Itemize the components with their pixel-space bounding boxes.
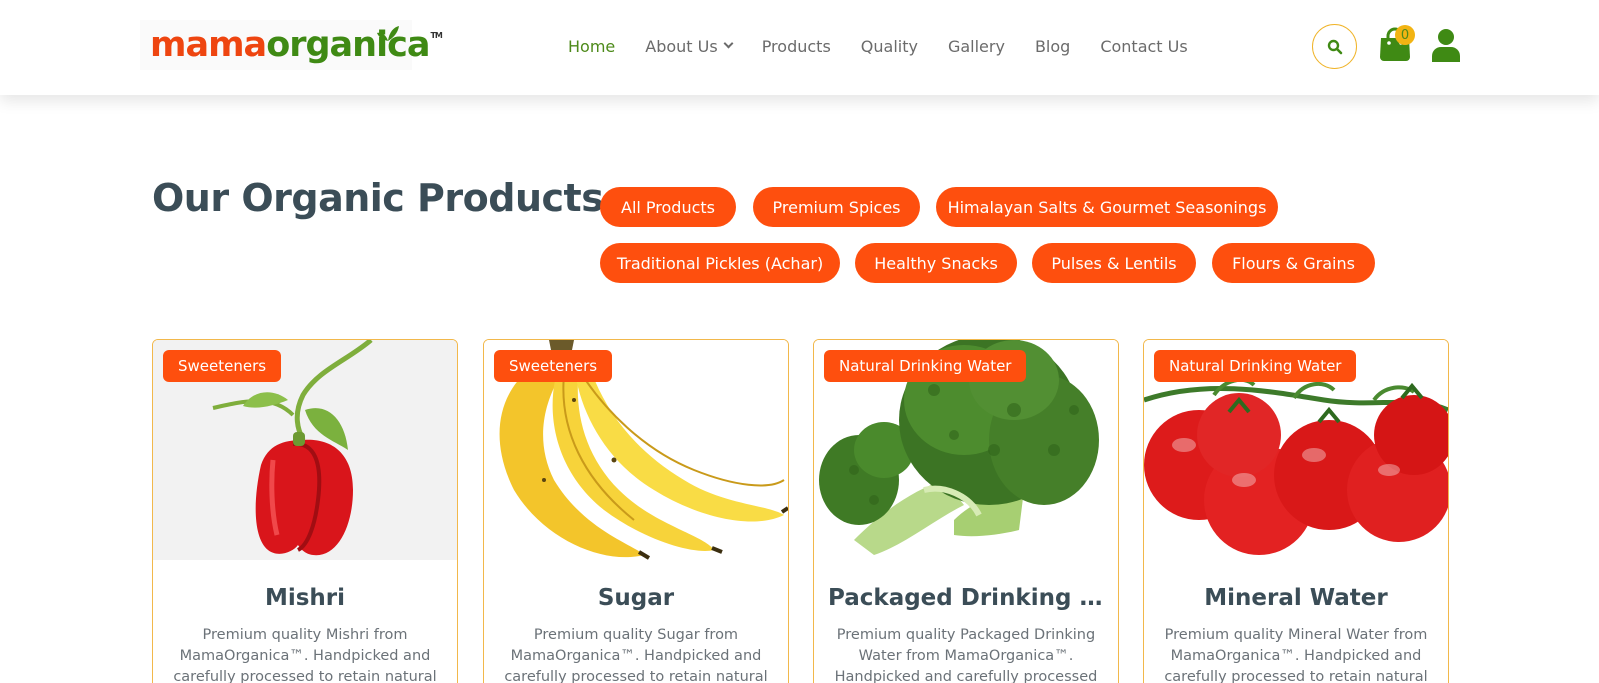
nav-quality[interactable]: Quality xyxy=(861,37,918,56)
nav-contact-us[interactable]: Contact Us xyxy=(1100,37,1187,56)
filter-healthy-snacks[interactable]: Healthy Snacks xyxy=(855,243,1017,283)
filter-premium-spices[interactable]: Premium Spices xyxy=(753,187,920,227)
product-category-tag: Sweeteners xyxy=(494,350,613,382)
product-card[interactable]: Natural Drinking Water Packaged Drinking… xyxy=(813,339,1119,683)
product-card[interactable]: Sweeteners Sugar Premium quality Sugar f… xyxy=(483,339,789,683)
product-category-tag: Natural Drinking Water xyxy=(1154,350,1357,382)
product-category-tag: Sweeteners xyxy=(163,350,282,382)
product-title[interactable]: Mishri xyxy=(153,585,457,611)
nav-gallery[interactable]: Gallery xyxy=(948,37,1005,56)
site-header: mamaorganicaTM Home About Us Products Qu… xyxy=(0,0,1599,95)
section-title: Our Organic Products xyxy=(152,176,604,220)
product-description: Premium quality Mishri from MamaOrganica… xyxy=(173,627,437,683)
cart-count-badge: 0 xyxy=(1395,25,1415,45)
logo-mama: mama xyxy=(150,24,267,65)
search-button[interactable] xyxy=(1312,24,1357,69)
leaf-icon xyxy=(377,26,399,41)
product-title[interactable]: Packaged Drinking W... xyxy=(814,585,1118,611)
nav-blog[interactable]: Blog xyxy=(1035,37,1070,56)
filter-pulses-lentils[interactable]: Pulses & Lentils xyxy=(1032,243,1196,283)
filter-flours-grains[interactable]: Flours & Grains xyxy=(1212,243,1375,283)
product-description: Premium quality Sugar from MamaOrganica™… xyxy=(504,627,768,683)
product-title[interactable]: Sugar xyxy=(484,585,788,611)
logo-trademark: TM xyxy=(430,30,442,40)
nav-home[interactable]: Home xyxy=(568,37,615,56)
logo-organica: organica xyxy=(266,24,430,65)
filter-all-products[interactable]: All Products xyxy=(600,187,736,227)
product-category-tag: Natural Drinking Water xyxy=(824,350,1027,382)
nav-products[interactable]: Products xyxy=(762,37,831,56)
filter-himalayan-salts[interactable]: Himalayan Salts & Gourmet Seasonings xyxy=(936,187,1278,227)
product-card[interactable]: Sweeteners Mishri Premium quality Mishri… xyxy=(152,339,458,683)
search-icon xyxy=(1327,39,1342,54)
product-title[interactable]: Mineral Water xyxy=(1144,585,1448,611)
main-nav: Home About Us Products Quality Gallery B… xyxy=(568,34,1218,58)
product-description: Premium quality Packaged Drinking Water … xyxy=(834,627,1098,683)
chevron-down-icon xyxy=(723,38,734,48)
product-description: Premium quality Mineral Water from MamaO… xyxy=(1164,627,1428,683)
user-icon xyxy=(1432,29,1460,62)
account-button[interactable] xyxy=(1430,28,1462,62)
filter-traditional-pickles[interactable]: Traditional Pickles (Achar) xyxy=(600,243,840,283)
product-card[interactable]: Natural Drinking Water Mineral Water Pre… xyxy=(1143,339,1449,683)
nav-about-us[interactable]: About Us xyxy=(645,37,734,56)
site-logo[interactable]: mamaorganicaTM xyxy=(140,20,443,70)
